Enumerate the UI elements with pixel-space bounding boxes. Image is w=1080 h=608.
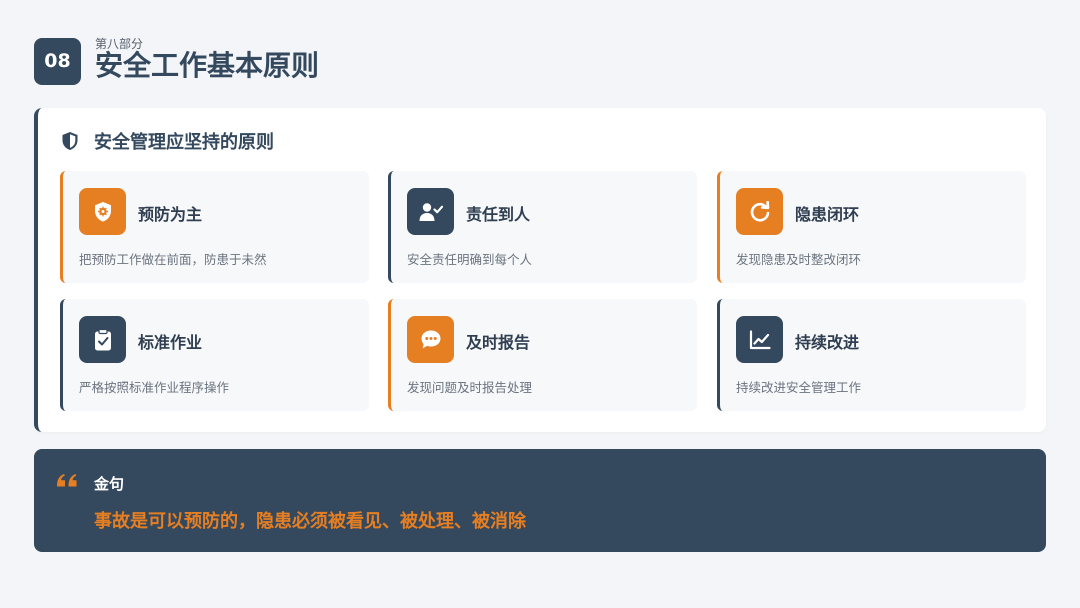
refresh-icon [736,188,783,235]
principle-desc: 发现隐患及时整改闭环 [736,252,862,267]
quote-label: 金句 [94,475,125,493]
principle-card-standard: 标准作业 严格按照标准作业程序操作 [60,299,369,411]
principle-title: 隐患闭环 [795,205,860,224]
principle-card-responsibility: 责任到人 安全责任明确到每个人 [388,171,697,283]
principle-title: 标准作业 [138,333,203,352]
principle-title: 预防为主 [138,205,203,224]
user-check-icon [407,188,454,235]
line-chart-icon [736,316,783,363]
principle-desc: 持续改进安全管理工作 [736,380,862,395]
page-title: 安全工作基本原则 [95,49,320,82]
principles-heading: 安全管理应坚持的原则 [94,132,274,153]
principle-title: 及时报告 [466,333,531,352]
page-header: 08 第八部分 安全工作基本原则 [34,37,495,85]
principle-desc: 安全责任明确到每个人 [407,252,533,267]
clipboard-check-icon [79,316,126,363]
section-number-badge: 08 [34,37,81,85]
principles-card-header: 安全管理应坚持的原则 [60,130,274,153]
quote-icon [56,471,78,493]
principle-desc: 严格按照标准作业程序操作 [79,380,230,395]
principle-desc: 发现问题及时报告处理 [407,380,533,395]
principle-title: 持续改进 [795,333,860,352]
title-group: 第八部分 安全工作基本原则 [95,37,495,85]
principle-desc: 把预防工作做在前面，防患于未然 [79,252,267,267]
principle-card-improvement: 持续改进 持续改进安全管理工作 [717,299,1026,411]
principle-card-prevention: 预防为主 把预防工作做在前面，防患于未然 [60,171,369,283]
principle-card-reporting: 及时报告 发现问题及时报告处理 [388,299,697,411]
shield-gear-icon [79,188,126,235]
chat-bubble-icon [407,316,454,363]
principle-title: 责任到人 [466,205,531,224]
principles-card: 安全管理应坚持的原则 预防为主 把预防工作做在前面，防患于未然 责任到人 安全责… [34,108,1046,432]
principle-card-closed-loop: 隐患闭环 发现隐患及时整改闭环 [717,171,1026,283]
shield-icon [60,131,80,151]
quote-card: 金句 事故是可以预防的，隐患必须被看见、被处理、被消除 [34,449,1046,552]
quote-text: 事故是可以预防的，隐患必须被看见、被处理、被消除 [94,511,526,532]
